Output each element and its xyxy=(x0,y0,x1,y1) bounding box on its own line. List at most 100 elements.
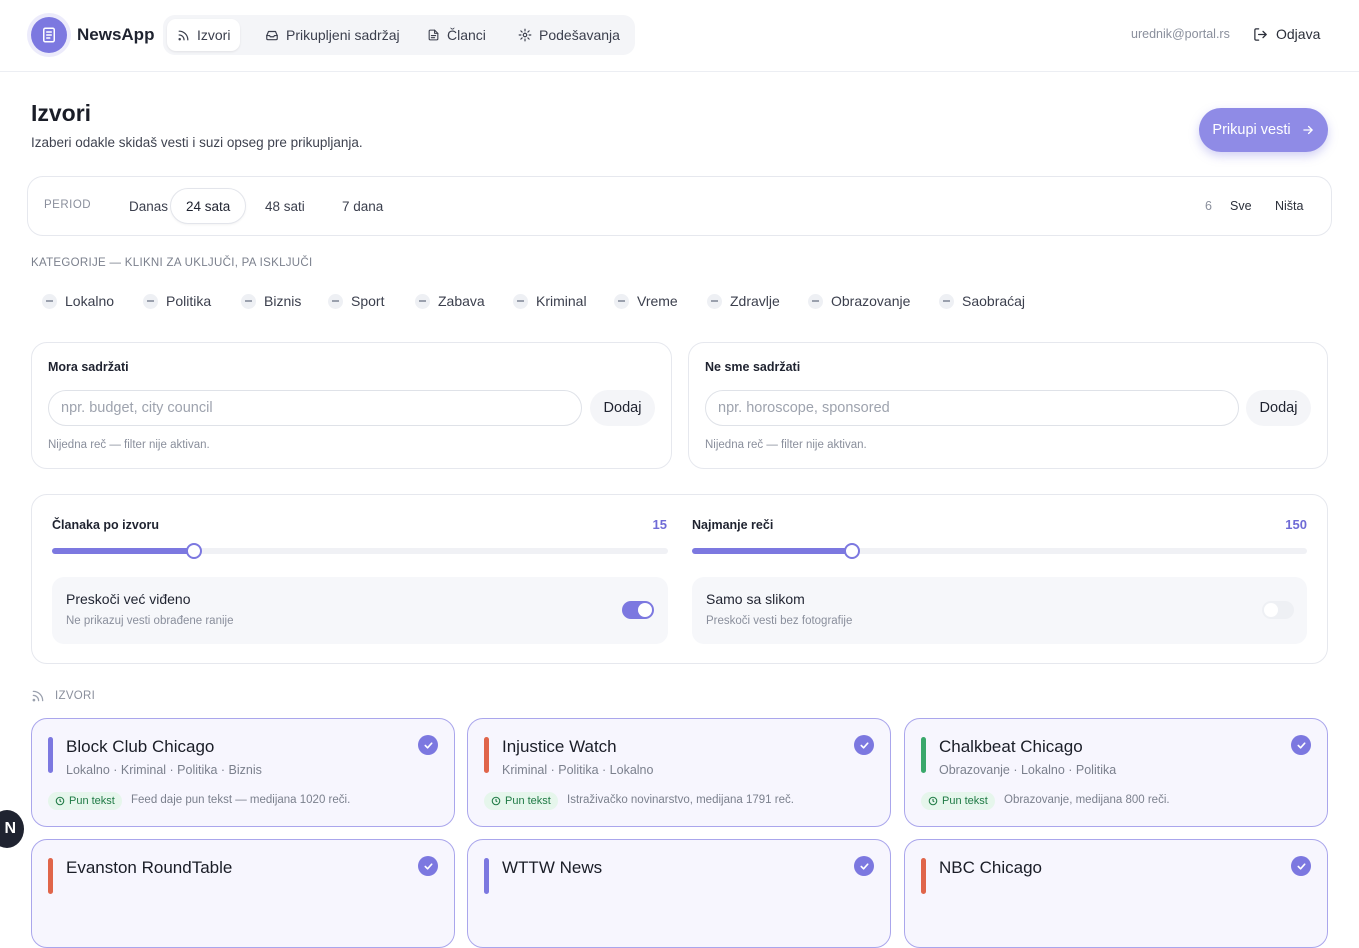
category-zabava[interactable]: Zabava xyxy=(415,291,485,311)
skip-seen-toggle[interactable] xyxy=(622,601,654,619)
newspaper-logo-icon xyxy=(31,17,67,53)
checkmark-icon[interactable] xyxy=(854,856,874,876)
source-description: Feed daje pun tekst — medijana 1020 reči… xyxy=(131,794,351,806)
tab-label: Izvori xyxy=(197,27,231,43)
images-only-title: Samo sa slikom xyxy=(706,591,805,607)
include-filter-hint: Nijedna reč — filter nije aktivan. xyxy=(48,439,210,451)
limits-panel: Članaka po izvoru 15 Najmanje reči 150 P… xyxy=(31,494,1328,664)
period-option-48-sati[interactable]: 48 sati xyxy=(250,188,320,224)
source-color-bar xyxy=(48,858,53,894)
minus-icon xyxy=(42,293,57,309)
select-none-button[interactable]: Ništa xyxy=(1275,199,1303,213)
min-words-slider[interactable] xyxy=(692,543,1307,559)
exclude-keyword-input[interactable] xyxy=(705,390,1239,426)
source-name: NBC Chicago xyxy=(939,858,1042,877)
slider-thumb[interactable] xyxy=(185,543,202,559)
minus-icon xyxy=(707,293,722,309)
category-label: Kriminal xyxy=(536,293,587,309)
source-description: Obrazovanje, medijana 800 reči. xyxy=(1004,794,1170,806)
tab-podesavanja[interactable]: Podešavanja xyxy=(508,19,630,51)
slider-fill xyxy=(52,548,194,554)
source-name: Evanston RoundTable xyxy=(66,858,233,877)
category-kriminal[interactable]: Kriminal xyxy=(513,291,587,311)
exclude-filter-panel: Ne sme sadržati Dodaj Nijedna reč — filt… xyxy=(688,342,1328,469)
category-lokalno[interactable]: Lokalno xyxy=(42,291,114,311)
tab-label: Članci xyxy=(447,27,486,43)
include-keyword-input[interactable] xyxy=(48,390,582,426)
app-name: NewsApp xyxy=(77,25,155,44)
category-politika[interactable]: Politika xyxy=(143,291,211,311)
category-label: Obrazovanje xyxy=(831,293,911,309)
tab-label: Prikupljeni sadržaj xyxy=(286,27,400,43)
full-text-badge: Pun tekst xyxy=(484,792,558,810)
inbox-icon xyxy=(266,30,278,41)
source-card[interactable]: Chalkbeat Chicago Obrazovanje · Lokalno ·… xyxy=(904,718,1328,827)
tab-izvori[interactable]: Izvori xyxy=(167,19,241,51)
category-biznis[interactable]: Biznis xyxy=(241,291,301,311)
collect-news-button[interactable]: Prikupi vesti xyxy=(1199,108,1328,152)
source-name: Block Club Chicago xyxy=(66,737,215,756)
include-add-button[interactable]: Dodaj xyxy=(590,390,655,426)
source-card[interactable]: NBC Chicago xyxy=(904,839,1328,948)
tab-label: Podešavanja xyxy=(539,27,620,43)
source-card[interactable]: Block Club Chicago Lokalno · Kriminal · P… xyxy=(31,718,455,827)
collect-news-label: Prikupi vesti xyxy=(1212,122,1291,138)
source-name: WTTW News xyxy=(502,858,603,877)
checkmark-icon[interactable] xyxy=(854,735,874,755)
exclude-filter-label: Ne sme sadržati xyxy=(705,360,801,374)
category-label: Saobraćaj xyxy=(962,293,1026,309)
slider-thumb[interactable] xyxy=(843,543,860,559)
skip-seen-option: Preskoči već viđeno Ne prikazuj vesti ob… xyxy=(52,577,668,644)
tab-prikupljeni-sadrzaj[interactable]: Prikupljeni sadržaj xyxy=(255,19,410,51)
source-card[interactable]: WTTW News xyxy=(467,839,891,948)
period-option-24-sata[interactable]: 24 sata xyxy=(170,188,247,224)
clock-icon xyxy=(491,796,501,806)
gear-icon xyxy=(518,28,532,42)
select-all-button[interactable]: Sve xyxy=(1230,199,1252,213)
category-label: Sport xyxy=(351,293,385,309)
articles-per-source-slider[interactable] xyxy=(52,543,668,559)
clock-icon xyxy=(928,796,938,806)
logout-button[interactable]: Odjava xyxy=(1253,26,1320,42)
checkmark-icon[interactable] xyxy=(1291,735,1311,755)
category-saobracaj[interactable]: Saobraćaj xyxy=(939,291,1025,311)
category-label: Zdravlje xyxy=(730,293,780,309)
min-words-label: Najmanje reči xyxy=(692,518,774,532)
badge-label: Pun tekst xyxy=(69,795,115,807)
checkmark-icon[interactable] xyxy=(1291,856,1311,876)
rss-icon xyxy=(32,690,44,702)
minus-icon xyxy=(808,293,823,309)
category-vreme[interactable]: Vreme xyxy=(614,291,678,311)
source-categories: Obrazovanje · Lokalno · Politika xyxy=(939,763,1117,777)
document-icon xyxy=(428,29,439,41)
top-bar: NewsApp Izvori Prikupljeni sadržaj Članc… xyxy=(0,0,1359,72)
page-subtitle: Izaberi odakle skidaš vesti i suzi opseg… xyxy=(31,135,363,150)
tab-clanci[interactable]: Članci xyxy=(417,19,496,51)
checkmark-icon[interactable] xyxy=(418,735,438,755)
category-sport[interactable]: Sport xyxy=(328,291,384,311)
page-title: Izvori xyxy=(31,100,92,126)
category-label: Vreme xyxy=(637,293,678,309)
source-card[interactable]: Injustice Watch Kriminal · Politika · Lok… xyxy=(467,718,891,827)
dev-badge[interactable]: N xyxy=(0,810,24,848)
articles-per-source-value: 15 xyxy=(652,517,667,532)
skip-seen-title: Preskoči već viđeno xyxy=(66,591,191,607)
source-color-bar xyxy=(484,858,489,894)
category-zdravlje[interactable]: Zdravlje xyxy=(707,291,780,311)
articles-per-source-label: Članaka po izvoru xyxy=(52,518,159,532)
exclude-add-button[interactable]: Dodaj xyxy=(1246,390,1311,426)
images-only-toggle[interactable] xyxy=(1262,601,1294,619)
selected-count: 6 xyxy=(1205,199,1212,213)
checkmark-icon[interactable] xyxy=(418,856,438,876)
badge-label: Pun tekst xyxy=(505,795,551,807)
category-label: Zabava xyxy=(438,293,485,309)
category-obrazovanje[interactable]: Obrazovanje xyxy=(808,291,910,311)
minus-icon xyxy=(415,293,430,309)
period-option-7-dana[interactable]: 7 dana xyxy=(327,188,398,224)
source-color-bar xyxy=(921,858,926,894)
full-text-badge: Pun tekst xyxy=(48,792,122,810)
minus-icon xyxy=(939,293,954,309)
clock-icon xyxy=(55,796,65,806)
source-card[interactable]: Evanston RoundTable xyxy=(31,839,455,948)
minus-icon xyxy=(614,293,629,309)
